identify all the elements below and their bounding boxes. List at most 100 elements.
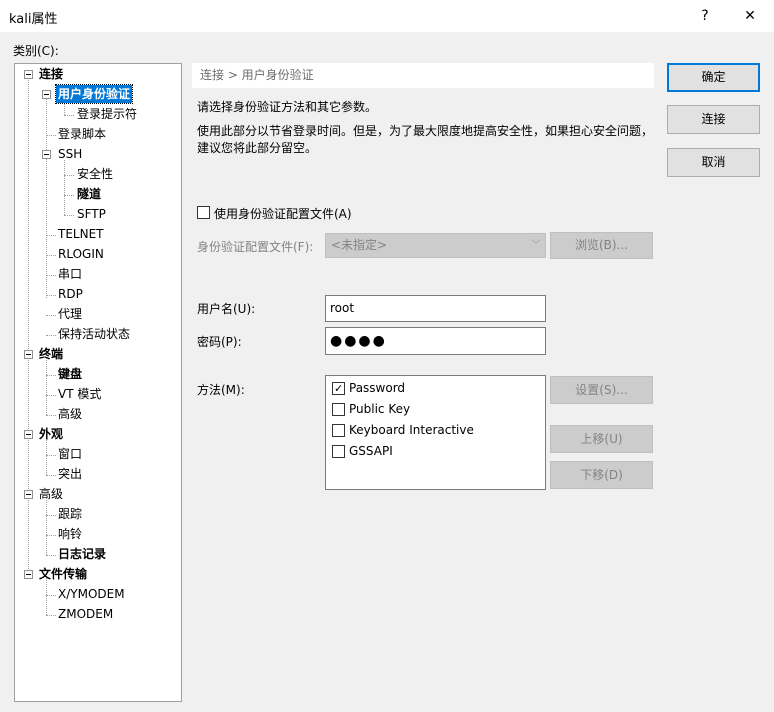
check-icon: ✓ <box>334 382 344 395</box>
move-up-button[interactable]: 上移(U) <box>550 425 653 453</box>
category-tree[interactable]: 连接 用户身份验证 登录提示符 登录脚本 SSH 安全性 隧道 SFTP TEL… <box>14 63 182 702</box>
tree-item-connection[interactable]: 连接 <box>37 65 65 83</box>
tree-line <box>46 535 56 536</box>
description-line-1: 请选择身份验证方法和其它参数。 <box>197 100 378 114</box>
method-label-gssapi: GSSAPI <box>349 444 393 458</box>
tree-line <box>46 135 56 136</box>
method-label: 方法(M): <box>197 383 245 397</box>
tree-line <box>64 175 74 176</box>
settings-button[interactable]: 设置(S)... <box>550 376 653 404</box>
tree-line <box>46 255 56 256</box>
tree-item-keyboard[interactable]: 键盘 <box>56 365 84 383</box>
ok-button[interactable]: 确定 <box>667 63 760 92</box>
tree-item-user-auth[interactable]: 用户身份验证 <box>54 84 134 104</box>
tree-line <box>46 455 56 456</box>
category-label: 类别(C): <box>13 44 59 58</box>
tree-item-proxy[interactable]: 代理 <box>56 305 84 323</box>
description-line-3: 建议您将此部分留空。 <box>197 141 318 155</box>
collapse-icon[interactable] <box>24 570 33 579</box>
profile-select-value: <未指定> <box>331 238 388 252</box>
move-down-button[interactable]: 下移(D) <box>550 461 653 489</box>
tree-line <box>46 555 56 556</box>
collapse-icon[interactable] <box>42 90 51 99</box>
chevron-down-icon: ﹀ <box>531 240 541 251</box>
tree-item-rdp[interactable]: RDP <box>56 285 85 303</box>
tree-line <box>64 195 74 196</box>
tree-item-keep-alive[interactable]: 保持活动状态 <box>56 325 132 343</box>
tree-line <box>46 275 56 276</box>
tree-item-serial[interactable]: 串口 <box>56 265 84 283</box>
collapse-icon[interactable] <box>24 70 33 79</box>
tree-item-window[interactable]: 窗口 <box>56 445 84 463</box>
tree-line <box>46 358 47 415</box>
tree-line <box>46 415 56 416</box>
method-list[interactable]: ✓ Password Public Key Keyboard Interacti… <box>325 375 546 490</box>
tree-line <box>46 615 56 616</box>
use-profile-checkbox[interactable] <box>197 206 210 219</box>
tree-line <box>46 395 56 396</box>
tree-item-terminal-advanced[interactable]: 高级 <box>56 405 84 423</box>
tree-line <box>46 475 56 476</box>
tree-item-bell[interactable]: 响铃 <box>56 525 84 543</box>
tree-item-telnet[interactable]: TELNET <box>56 225 106 243</box>
cancel-button[interactable]: 取消 <box>667 148 760 177</box>
tree-item-highlight[interactable]: 突出 <box>56 465 84 483</box>
password-field[interactable]: ●●●● <box>325 327 546 355</box>
tree-item-appearance[interactable]: 外观 <box>37 425 65 443</box>
tree-line <box>64 215 74 216</box>
collapse-icon[interactable] <box>24 490 33 499</box>
tree-item-tunneling[interactable]: 隧道 <box>75 185 103 203</box>
method-label-keyboard-interactive: Keyboard Interactive <box>349 423 474 437</box>
collapse-icon[interactable] <box>24 430 33 439</box>
tree-line <box>46 595 56 596</box>
tree-item-xymodem[interactable]: X/YMODEM <box>56 585 127 603</box>
connect-button[interactable]: 连接 <box>667 105 760 134</box>
username-label: 用户名(U): <box>197 302 256 316</box>
use-profile-label[interactable]: 使用身份验证配置文件(A) <box>214 205 352 222</box>
method-label-password: Password <box>349 381 406 395</box>
tree-line <box>46 515 56 516</box>
tree-item-sftp[interactable]: SFTP <box>75 205 108 223</box>
tree-item-zmodem[interactable]: ZMODEM <box>56 605 115 623</box>
close-button[interactable]: ✕ <box>739 5 761 27</box>
tree-item-trace[interactable]: 跟踪 <box>56 505 84 523</box>
window-title: kali属性 <box>9 12 58 27</box>
tree-item-logging[interactable]: 日志记录 <box>56 545 108 563</box>
browse-button[interactable]: 浏览(B)... <box>550 232 653 259</box>
tree-item-terminal[interactable]: 终端 <box>37 345 65 363</box>
tree-line <box>46 578 47 615</box>
tree-item-logon-scripts[interactable]: 登录脚本 <box>56 125 108 143</box>
title-bar: kali属性 ? ✕ <box>0 0 774 32</box>
tree-line <box>46 235 56 236</box>
tree-line <box>64 115 74 116</box>
password-label: 密码(P): <box>197 335 242 349</box>
tree-line <box>46 98 47 298</box>
tree-line <box>28 78 29 575</box>
method-label-public-key: Public Key <box>349 402 411 416</box>
tree-item-login-prompts[interactable]: 登录提示符 <box>75 105 139 123</box>
profile-label: 身份验证配置文件(F): <box>197 240 314 254</box>
collapse-icon[interactable] <box>24 350 33 359</box>
tree-item-security[interactable]: 安全性 <box>75 165 115 183</box>
profile-select[interactable]: <未指定> ﹀ <box>325 233 546 258</box>
tree-item-rlogin[interactable]: RLOGIN <box>56 245 106 263</box>
tree-item-ssh[interactable]: SSH <box>56 145 84 163</box>
help-button[interactable]: ? <box>694 5 716 27</box>
collapse-icon[interactable] <box>42 150 51 159</box>
username-field[interactable]: root <box>325 295 546 322</box>
description-line-2: 使用此部分以节省登录时间。但是，为了最大限度地提高安全性，如果担心安全问题， <box>197 124 654 138</box>
method-keyboard-interactive-checkbox[interactable] <box>332 424 345 437</box>
tree-item-vt-modes[interactable]: VT 模式 <box>56 385 103 403</box>
tree-item-file-transfer[interactable]: 文件传输 <box>37 565 89 583</box>
tree-line <box>64 160 65 215</box>
tree-line <box>46 375 56 376</box>
tree-line <box>46 315 56 316</box>
tree-line <box>46 498 47 555</box>
tree-item-advanced[interactable]: 高级 <box>37 485 65 503</box>
method-public-key-checkbox[interactable] <box>332 403 345 416</box>
tree-line <box>46 295 56 296</box>
method-password-checkbox[interactable]: ✓ <box>332 382 345 395</box>
method-gssapi-checkbox[interactable] <box>332 445 345 458</box>
tree-line <box>46 438 47 475</box>
tree-line <box>46 335 56 336</box>
